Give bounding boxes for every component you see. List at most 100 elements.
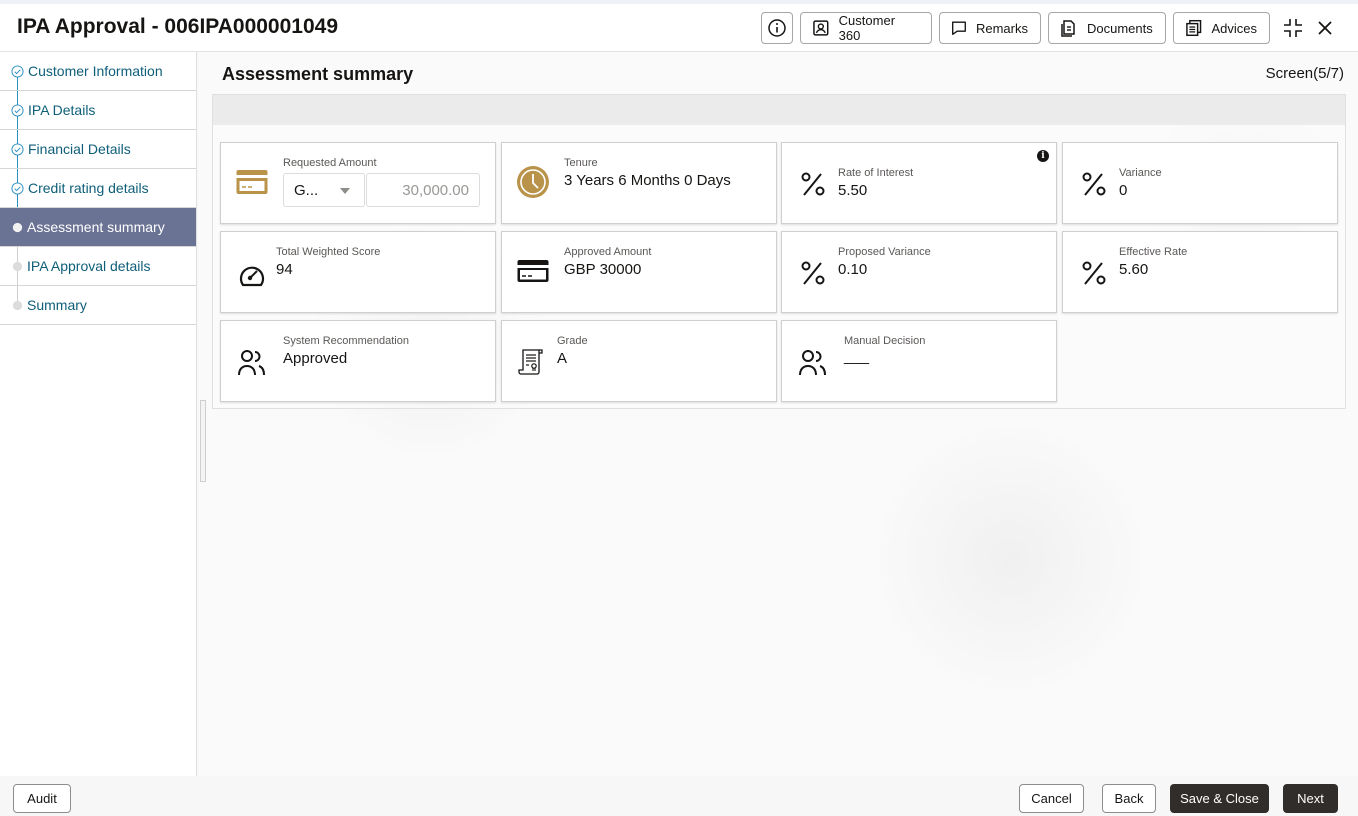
panel-header-bar — [213, 95, 1345, 125]
customer-360-label: Customer 360 — [838, 13, 896, 43]
proposed-variance-value: 0.10 — [838, 261, 868, 278]
clock-icon — [516, 165, 550, 199]
customer-360-button[interactable]: Customer 360 — [800, 12, 932, 44]
advices-label: Advices — [1211, 20, 1257, 36]
assessment-panel: Requested Amount G... 30,000.00 Tenure 3… — [212, 94, 1346, 409]
sidebar-item-label: Financial Details — [28, 141, 131, 157]
sidebar-item-label: Summary — [27, 297, 87, 313]
save-close-button[interactable]: Save & Close — [1170, 784, 1269, 813]
effective-rate-value: 5.60 — [1119, 261, 1149, 278]
credit-card-icon — [235, 165, 269, 199]
percent-icon — [1077, 256, 1111, 290]
header: IPA Approval - 006IPA000001049 Customer … — [0, 4, 1358, 52]
current-step-dot-icon — [12, 222, 23, 233]
manual-decision-label: Manual Decision — [844, 335, 926, 347]
close-icon — [1318, 21, 1332, 35]
card-proposed-variance: Proposed Variance 0.10 — [781, 231, 1057, 313]
card-total-weighted-score: Total Weighted Score 94 — [220, 231, 496, 313]
card-variance: Variance 0 — [1062, 142, 1338, 224]
check-circle-icon — [11, 182, 24, 195]
variance-value: 0 — [1119, 182, 1128, 199]
sidebar-item-label: IPA Details — [28, 102, 96, 118]
sidebar-item-ipa-approval-details[interactable]: IPA Approval details — [0, 247, 196, 286]
requested-amount-input[interactable]: 30,000.00 — [366, 173, 480, 207]
approved-amount-label: Approved Amount — [564, 246, 652, 258]
audit-button[interactable]: Audit — [13, 784, 71, 813]
check-circle-icon — [11, 104, 24, 117]
effective-rate-label: Effective Rate — [1119, 246, 1188, 258]
sidebar-item-label: IPA Approval details — [27, 258, 151, 274]
system-recommendation-label: System Recommendation — [283, 335, 409, 347]
sidebar-resize-handle[interactable] — [200, 400, 206, 482]
document-icon — [1061, 20, 1075, 37]
grade-label: Grade — [557, 335, 588, 347]
sidebar-item-financial-details[interactable]: Financial Details — [0, 130, 196, 169]
check-circle-icon — [11, 143, 24, 156]
sidebar-item-assessment-summary[interactable]: Assessment summary — [0, 208, 196, 247]
card-approved-amount: Approved Amount GBP 30000 — [501, 231, 777, 313]
system-recommendation-value: Approved — [283, 350, 348, 367]
info-icon — [768, 19, 786, 37]
documents-button[interactable]: Documents — [1048, 12, 1166, 44]
card-rate-of-interest: Rate of Interest 5.50 i — [781, 142, 1057, 224]
card-requested-amount: Requested Amount G... 30,000.00 — [220, 142, 496, 224]
remarks-label: Remarks — [975, 20, 1028, 36]
cancel-button[interactable]: Cancel — [1019, 784, 1084, 813]
comment-icon — [952, 21, 966, 35]
percent-icon — [1077, 167, 1111, 201]
credit-card-icon — [516, 254, 550, 288]
back-button[interactable]: Back — [1102, 784, 1156, 813]
currency-select[interactable]: G... — [283, 173, 365, 207]
next-button[interactable]: Next — [1283, 784, 1338, 813]
variance-label: Variance — [1119, 167, 1162, 179]
footer: Audit Cancel Back Save & Close Next — [0, 776, 1358, 816]
advices-icon — [1186, 19, 1202, 37]
page-title: IPA Approval - 006IPA000001049 — [17, 15, 338, 38]
card-grade: Grade A — [501, 320, 777, 402]
check-circle-icon — [11, 65, 24, 78]
users-icon — [235, 345, 269, 379]
info-icon[interactable]: i — [1037, 150, 1049, 162]
collapse-icon — [1284, 19, 1302, 37]
card-system-recommendation: System Recommendation Approved — [220, 320, 496, 402]
remarks-button[interactable]: Remarks — [939, 12, 1041, 44]
approved-amount-value: GBP 30000 — [564, 261, 642, 278]
sidebar-item-label: Assessment summary — [27, 219, 165, 235]
main-content: Assessment summary Screen(5/7) Requested… — [198, 52, 1358, 776]
total-weighted-score-label: Total Weighted Score — [276, 246, 381, 258]
percent-icon — [796, 256, 830, 290]
card-effective-rate: Effective Rate 5.60 — [1062, 231, 1338, 313]
tenure-value: 3 Years 6 Months 0 Days — [564, 172, 731, 189]
percent-icon — [796, 167, 830, 201]
proposed-variance-label: Proposed Variance — [838, 246, 931, 258]
sidebar-item-ipa-details[interactable]: IPA Details — [0, 91, 196, 130]
rate-of-interest-label: Rate of Interest — [838, 167, 914, 179]
sidebar-item-credit-rating-details[interactable]: Credit rating details — [0, 169, 196, 208]
total-weighted-score-value: 94 — [276, 261, 293, 278]
currency-select-value: G... — [294, 182, 319, 199]
minimize-button[interactable] — [1281, 16, 1305, 40]
pending-step-dot-icon — [12, 261, 23, 272]
sidebar-item-summary[interactable]: Summary — [0, 286, 196, 325]
sidebar: Customer Information IPA Details Financi… — [0, 52, 197, 776]
contact-card-icon — [813, 20, 829, 36]
requested-amount-label: Requested Amount — [283, 157, 377, 169]
sidebar-item-label: Credit rating details — [28, 180, 149, 196]
card-tenure: Tenure 3 Years 6 Months 0 Days — [501, 142, 777, 224]
pending-step-dot-icon — [12, 300, 23, 311]
grade-value: A — [557, 350, 568, 367]
section-title: Assessment summary — [222, 64, 414, 84]
info-button[interactable] — [761, 12, 793, 44]
users-icon — [796, 345, 830, 379]
close-button[interactable] — [1313, 16, 1337, 40]
manual-decision-value: ___ — [844, 348, 870, 365]
documents-label: Documents — [1087, 20, 1153, 36]
sidebar-item-customer-information[interactable]: Customer Information — [0, 52, 196, 91]
advices-button[interactable]: Advices — [1173, 12, 1270, 44]
card-manual-decision: Manual Decision ___ — [781, 320, 1057, 402]
screen-counter: Screen(5/7) — [1265, 65, 1344, 82]
certificate-icon — [514, 345, 548, 379]
chevron-down-icon — [340, 188, 350, 194]
sidebar-item-label: Customer Information — [28, 63, 163, 79]
gauge-icon — [235, 258, 269, 292]
